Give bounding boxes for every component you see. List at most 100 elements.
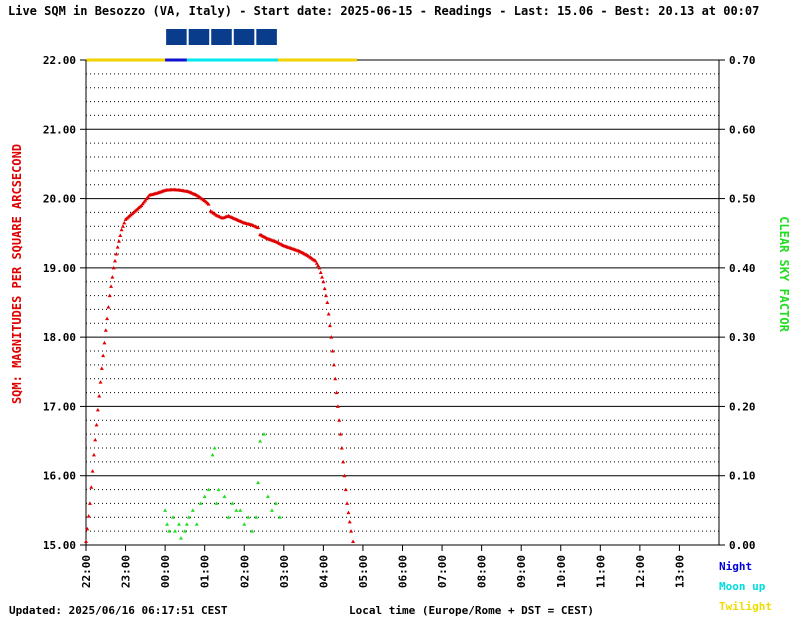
sqm-point [338,432,343,436]
x-tick-label: 13:00 [673,555,686,588]
sqm-point [321,279,326,284]
sqm-point [327,323,332,328]
sqm-point [325,300,330,304]
clear-sky-point [176,522,181,526]
x-tick-label: 00:00 [159,555,172,588]
y-tick-label: 17.00 [43,400,76,413]
sqm-point [345,501,350,505]
sqm-point [324,293,329,298]
legend-moon-up: Moon up [719,580,766,593]
y-tick-label: 16.00 [43,470,76,483]
y2-tick-label: 0.30 [729,331,756,344]
sqm-point [326,312,331,316]
clear-sky-point [258,439,263,443]
clear-sky-point [269,508,274,512]
x-tick-label: 02:00 [238,555,251,588]
sqm-point [103,328,108,332]
x-tick-label: 23:00 [120,555,133,588]
y2-axis-label: CLEAR SKY FACTOR [777,216,791,332]
y-tick-labels: 15.00 16.00 17.00 18.00 19.00 20.00 21.00 22.00 [43,54,76,552]
sqm-point [334,390,339,395]
x-tick-label: 07:00 [436,555,449,588]
sqm-point [86,514,91,518]
sqm-point [339,446,344,450]
clear-sky-point [163,508,168,512]
sqm-point [343,487,348,492]
local-time-label: Local time (Europe/Rome + DST = CEST) [349,604,595,617]
y-tick-label: 18.00 [43,331,76,344]
time-bands [86,58,358,62]
x-tick-label: 22:00 [80,555,93,588]
sqm-chart: 15.00 16.00 17.00 18.00 19.00 20.00 21.00 22.00… [10,29,791,588]
band-night [165,58,187,62]
sqm-point [87,501,92,505]
sqm-point [110,275,115,279]
x-tick-label: 06:00 [397,555,410,588]
sqm-point [95,407,100,412]
clear-sky-point [190,508,195,512]
clear-sky-point [178,536,183,540]
sqm-point [346,510,351,515]
y-tick-label: 15.00 [43,539,76,552]
sqm-point [91,452,96,457]
sqm-point [89,485,94,489]
sqm-point [101,353,106,358]
clear-sky-point [214,501,219,505]
clear-sky-point [265,494,270,498]
clear-sky-point [238,508,243,512]
sqm-point [99,366,104,370]
sqm-point [337,418,342,422]
sqm-point [341,459,346,464]
chart-grid [86,59,719,546]
sqm-point [119,227,124,232]
chart-axes [80,59,725,551]
clear-sky-point [202,494,207,498]
sqm-point [102,340,107,345]
moon-block [166,29,187,45]
sqm-point [113,258,118,263]
legend-night: Night [719,560,753,573]
sqm-point [106,305,111,309]
x-tick-label: 04:00 [317,555,330,588]
y2-tick-label: 0.70 [729,54,756,67]
sqm-point [116,239,121,243]
x-tick-labels: 22:00 23:00 00:00 01:00 02:00 03:00 04:00 05:00… [80,555,686,588]
band-twilight [277,58,358,62]
y-tick-label: 21.00 [43,123,76,136]
y2-tick-label: 0.00 [729,539,756,552]
sqm-point [98,380,103,384]
y-axis-label: SQM: MAGNITUDES PER SQUARE ARCSECOND [10,144,24,404]
clear-sky-point [222,494,227,498]
clear-sky-point [173,529,178,533]
moon-block [233,29,255,45]
sqm-point [122,220,127,225]
legend-twilight: Twilight [719,600,772,613]
sqm-point [120,224,125,228]
clear-sky-point [194,522,199,526]
y2-tick-label: 0.40 [729,262,756,275]
y-tick-label: 22.00 [43,54,76,67]
updated-timestamp: Updated: 2025/06/16 06:17:51 CEST [9,604,228,617]
sqm-point [94,422,99,427]
sqm-point [115,245,120,249]
x-tick-label: 09:00 [515,555,528,588]
x-tick-label: 01:00 [199,555,212,588]
y2-tick-label: 0.10 [729,470,756,483]
x-tick-label: 08:00 [476,555,489,588]
moon-block [256,29,277,45]
clear-sky-point [165,522,170,526]
sqm-point [105,316,110,321]
x-tick-label: 03:00 [278,555,291,588]
clear-sky-point [256,480,261,485]
band-moon_up [186,58,278,62]
x-tick-label: 12:00 [634,555,647,588]
moon-block [211,29,232,45]
y2-tick-labels: 0.00 0.10 0.20 0.30 0.40 0.50 0.60 0.70 [729,54,756,552]
sqm-point [84,539,88,544]
moon-blocks [166,29,277,45]
sqm-point [331,362,336,367]
clear-sky-point [234,508,239,512]
sqm-point [333,376,338,381]
sqm-point [347,519,352,524]
clear-sky-point [184,522,189,526]
